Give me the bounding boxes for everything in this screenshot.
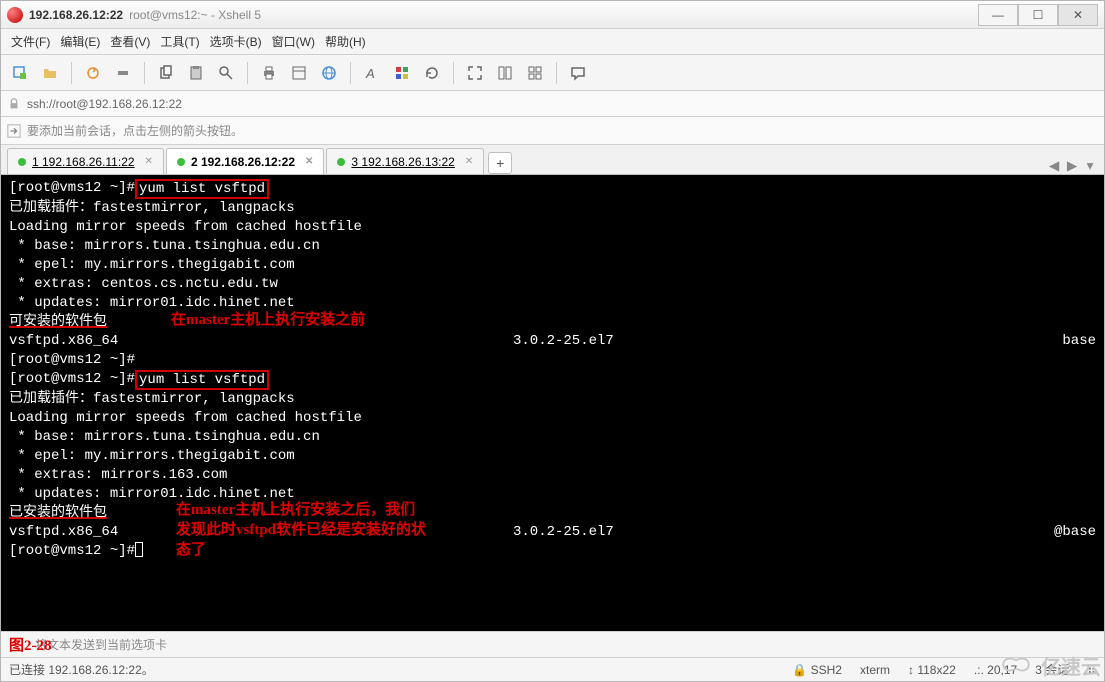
color-button[interactable]: [389, 60, 415, 86]
copy-button[interactable]: [153, 60, 179, 86]
paste-button[interactable]: [183, 60, 209, 86]
watermark: 亿速云: [1001, 651, 1101, 680]
hint-bar: 要添加当前会话，点击左侧的箭头按钮。: [1, 117, 1104, 145]
menu-file[interactable]: 文件(F): [11, 33, 50, 50]
status-dot-icon: [337, 158, 345, 166]
highlighted-command: yum list vsftpd: [135, 179, 269, 199]
status-size: ↕ 118x22: [908, 663, 956, 677]
minimize-button[interactable]: —: [978, 4, 1018, 26]
close-tab-icon[interactable]: ✕: [305, 156, 313, 167]
grid-button[interactable]: [522, 60, 548, 86]
toolbar: A: [1, 55, 1104, 91]
chat-button[interactable]: [565, 60, 591, 86]
status-termtype: xterm: [860, 663, 890, 677]
tab-bar: 1 192.168.26.11:22 ✕ 2 192.168.26.12:22 …: [1, 145, 1104, 175]
properties-button[interactable]: [286, 60, 312, 86]
tab-session-2[interactable]: 2 192.168.26.12:22 ✕: [166, 148, 324, 174]
status-dot-icon: [18, 158, 26, 166]
add-tab-button[interactable]: +: [488, 152, 512, 174]
hint-text: 要添加当前会话，点击左侧的箭头按钮。: [27, 122, 243, 139]
app-icon: [7, 7, 23, 23]
fullscreen-button[interactable]: [462, 60, 488, 86]
tab-next-button[interactable]: ▶: [1064, 158, 1080, 174]
tile-button[interactable]: [492, 60, 518, 86]
address-bar: ssh://root@192.168.26.12:22: [1, 91, 1104, 117]
window-title-strong: 192.168.26.12:22: [29, 8, 123, 22]
menu-tab[interactable]: 选项卡(B): [210, 33, 262, 50]
status-connection: 已连接 192.168.26.12:22。: [9, 661, 154, 678]
find-button[interactable]: [213, 60, 239, 86]
window-title-rest: root@vms12:~ - Xshell 5: [129, 8, 261, 22]
tab-session-1[interactable]: 1 192.168.26.11:22 ✕: [7, 148, 164, 174]
address-text[interactable]: ssh://root@192.168.26.12:22: [27, 97, 182, 111]
highlighted-command: yum list vsftpd: [135, 370, 269, 390]
tab-menu-button[interactable]: ▾: [1082, 158, 1098, 174]
tab-prev-button[interactable]: ◀: [1046, 158, 1062, 174]
status-dot-icon: [177, 158, 185, 166]
menu-view[interactable]: 查看(V): [110, 33, 150, 50]
tab-label: 2 192.168.26.12:22: [191, 155, 295, 169]
figure-number: 图2-28: [9, 634, 52, 655]
new-session-button[interactable]: [7, 60, 33, 86]
menu-edit[interactable]: 编辑(E): [60, 33, 100, 50]
globe-button[interactable]: [316, 60, 342, 86]
arrow-add-icon[interactable]: [7, 124, 21, 138]
svg-text:A: A: [365, 66, 375, 81]
tab-label: 1 192.168.26.11:22: [32, 155, 135, 169]
lock-icon: [7, 97, 21, 111]
send-text-hint: 将文本发送到当前选项卡: [35, 636, 167, 653]
tab-session-3[interactable]: 3 192.168.26.13:22 ✕: [326, 148, 484, 174]
titlebar: 192.168.26.12:22 root@vms12:~ - Xshell 5…: [1, 1, 1104, 29]
menubar: 文件(F) 编辑(E) 查看(V) 工具(T) 选项卡(B) 窗口(W) 帮助(…: [1, 29, 1104, 55]
close-tab-icon[interactable]: ✕: [145, 156, 153, 167]
menu-help[interactable]: 帮助(H): [325, 33, 366, 50]
close-button[interactable]: ✕: [1058, 4, 1098, 26]
annotation-before: 在master主机上执行安装之前: [171, 310, 365, 330]
send-text-bar[interactable]: 将文本发送到当前选项卡 图2-28: [1, 631, 1104, 657]
menu-window[interactable]: 窗口(W): [272, 33, 315, 50]
open-button[interactable]: [37, 60, 63, 86]
status-bar: 已连接 192.168.26.12:22。 🔒 SSH2 xterm ↕ 118…: [1, 657, 1104, 681]
maximize-button[interactable]: ☐: [1018, 4, 1058, 26]
terminal-cursor: [135, 542, 143, 557]
menu-tools[interactable]: 工具(T): [160, 33, 199, 50]
font-button[interactable]: A: [359, 60, 385, 86]
annotation-after: 在master主机上执行安装之后，我们 发现此时vsftpd软件已经是安装好的状…: [176, 500, 476, 560]
tab-label: 3 192.168.26.13:22: [351, 155, 454, 169]
refresh-button[interactable]: [419, 60, 445, 86]
terminal-output[interactable]: [root@vms12 ~]# yum list vsftpd 已加载插件：fa…: [1, 175, 1104, 631]
status-protocol: 🔒 SSH2: [792, 663, 842, 677]
close-tab-icon[interactable]: ✕: [465, 156, 473, 167]
print-button[interactable]: [256, 60, 282, 86]
reconnect-button[interactable]: [80, 60, 106, 86]
disconnect-button[interactable]: [110, 60, 136, 86]
